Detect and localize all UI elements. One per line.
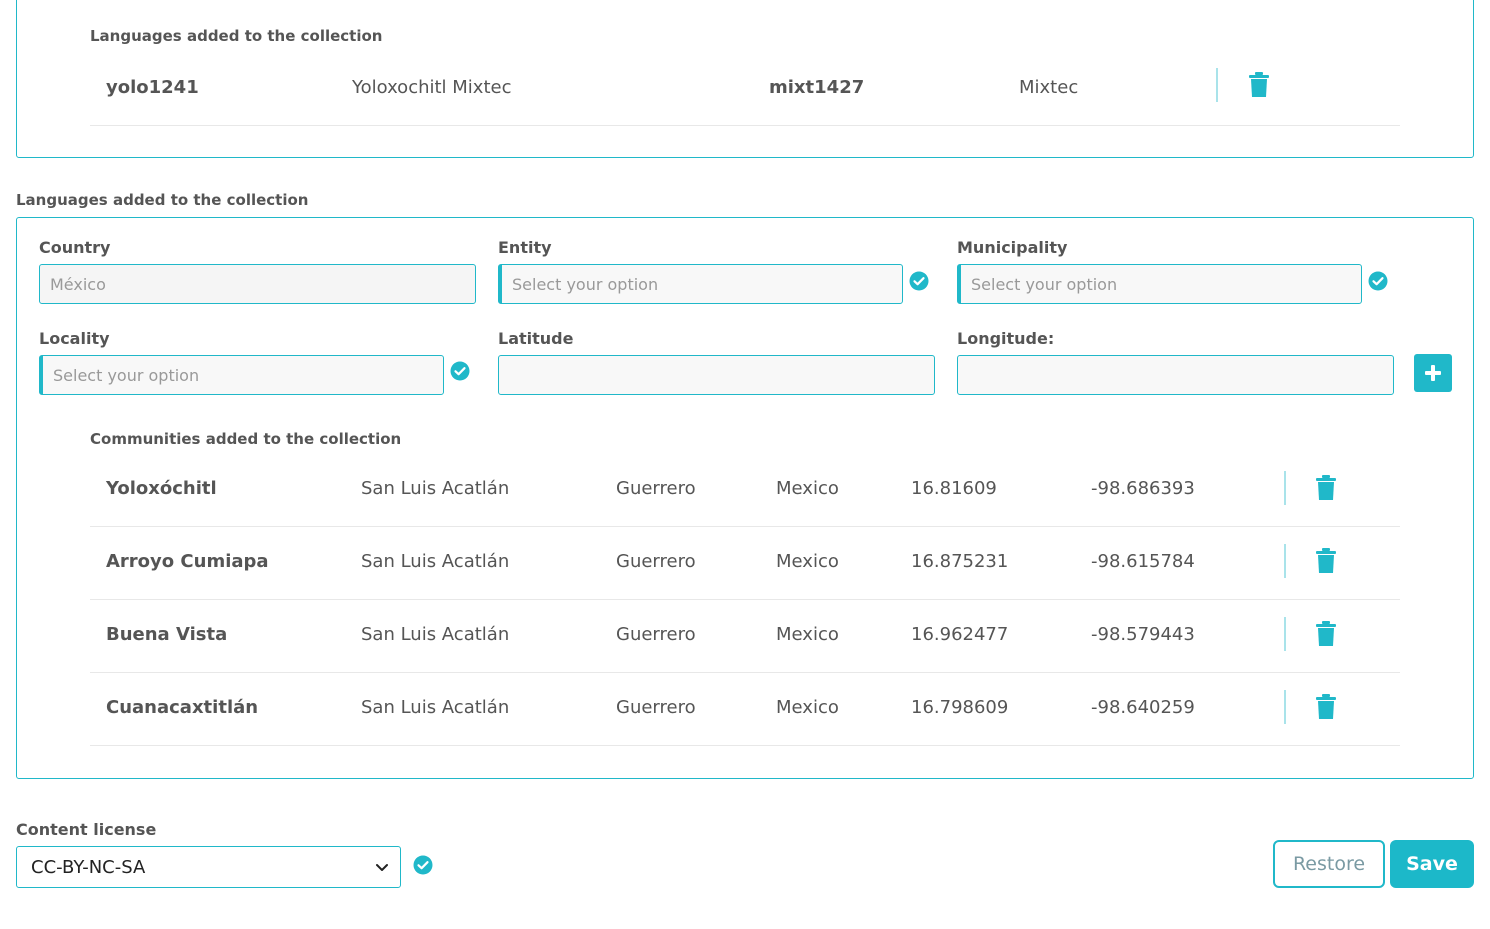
language-row: yolo1241 Yoloxochitl Mixtec mixt1427 Mix… bbox=[90, 65, 1400, 126]
location-panel: Country México Entity Select your option… bbox=[16, 217, 1474, 779]
trash-icon[interactable] bbox=[1315, 475, 1337, 501]
community-state: Guerrero bbox=[616, 551, 696, 572]
row-separator bbox=[1284, 544, 1286, 578]
license-value: CC-BY-NC-SA bbox=[31, 856, 146, 878]
municipality-select[interactable]: Select your option bbox=[957, 264, 1362, 304]
trash-icon[interactable] bbox=[1315, 621, 1337, 647]
trash-icon[interactable] bbox=[1315, 694, 1337, 720]
language-name: Yoloxochitl Mixtec bbox=[352, 77, 512, 98]
municipality-label: Municipality bbox=[957, 238, 1068, 257]
check-circle-icon bbox=[450, 361, 470, 381]
license-label: Content license bbox=[16, 820, 157, 839]
table-row: Buena Vista San Luis Acatlán Guerrero Mexic… bbox=[90, 600, 1400, 673]
language-family: Mixtec bbox=[1019, 77, 1079, 98]
plus-icon bbox=[1425, 365, 1441, 381]
restore-button[interactable]: Restore bbox=[1273, 840, 1385, 888]
location-section-title: Languages added to the collection bbox=[16, 191, 309, 209]
check-circle-icon bbox=[413, 855, 433, 875]
row-separator bbox=[1284, 617, 1286, 651]
community-name: Cuanacaxtitlán bbox=[106, 697, 259, 718]
community-latitude: 16.798609 bbox=[911, 697, 1009, 718]
community-municipality: San Luis Acatlán bbox=[361, 478, 510, 499]
languages-panel: Languages added to the collection yolo12… bbox=[16, 0, 1474, 158]
chevron-down-icon bbox=[376, 864, 388, 871]
locality-select[interactable]: Select your option bbox=[39, 355, 444, 395]
check-circle-icon bbox=[909, 271, 929, 291]
license-select[interactable]: CC-BY-NC-SA bbox=[16, 846, 401, 888]
check-circle-icon bbox=[1368, 271, 1388, 291]
languages-panel-title: Languages added to the collection bbox=[90, 27, 383, 45]
community-state: Guerrero bbox=[616, 624, 696, 645]
community-longitude: -98.579443 bbox=[1091, 624, 1195, 645]
community-municipality: San Luis Acatlán bbox=[361, 697, 510, 718]
trash-icon[interactable] bbox=[1315, 548, 1337, 574]
save-button[interactable]: Save bbox=[1390, 840, 1474, 888]
latitude-label: Latitude bbox=[498, 329, 574, 348]
latitude-input[interactable] bbox=[498, 355, 935, 395]
row-separator bbox=[1284, 690, 1286, 724]
longitude-label: Longitude: bbox=[957, 329, 1055, 348]
trash-icon[interactable] bbox=[1248, 72, 1270, 98]
community-country: Mexico bbox=[776, 478, 839, 499]
row-separator bbox=[1216, 68, 1218, 102]
community-longitude: -98.686393 bbox=[1091, 478, 1195, 499]
entity-select[interactable]: Select your option bbox=[498, 264, 903, 304]
language-code: yolo1241 bbox=[106, 77, 199, 98]
table-row: Yoloxóchitl San Luis Acatlán Guerrero Mexic… bbox=[90, 454, 1400, 527]
community-latitude: 16.81609 bbox=[911, 478, 997, 499]
community-municipality: San Luis Acatlán bbox=[361, 624, 510, 645]
community-municipality: San Luis Acatlán bbox=[361, 551, 510, 572]
community-name: Buena Vista bbox=[106, 624, 228, 645]
community-name: Arroyo Cumiapa bbox=[106, 551, 269, 572]
longitude-input[interactable] bbox=[957, 355, 1394, 395]
community-country: Mexico bbox=[776, 697, 839, 718]
community-state: Guerrero bbox=[616, 478, 696, 499]
locality-label: Locality bbox=[39, 329, 110, 348]
country-label: Country bbox=[39, 238, 111, 257]
row-separator bbox=[1284, 471, 1286, 505]
community-state: Guerrero bbox=[616, 697, 696, 718]
community-name: Yoloxóchitl bbox=[106, 478, 217, 499]
communities-title: Communities added to the collection bbox=[90, 430, 402, 448]
community-longitude: -98.615784 bbox=[1091, 551, 1195, 572]
community-country: Mexico bbox=[776, 551, 839, 572]
country-field: México bbox=[39, 264, 476, 304]
entity-label: Entity bbox=[498, 238, 552, 257]
community-latitude: 16.875231 bbox=[911, 551, 1009, 572]
language-family-code: mixt1427 bbox=[769, 77, 865, 98]
table-row: Cuanacaxtitlán San Luis Acatlán Guerrero Me… bbox=[90, 673, 1400, 746]
community-country: Mexico bbox=[776, 624, 839, 645]
add-community-button[interactable] bbox=[1414, 354, 1452, 392]
community-longitude: -98.640259 bbox=[1091, 697, 1195, 718]
table-row: Arroyo Cumiapa San Luis Acatlán Guerrero Me… bbox=[90, 527, 1400, 600]
community-latitude: 16.962477 bbox=[911, 624, 1009, 645]
